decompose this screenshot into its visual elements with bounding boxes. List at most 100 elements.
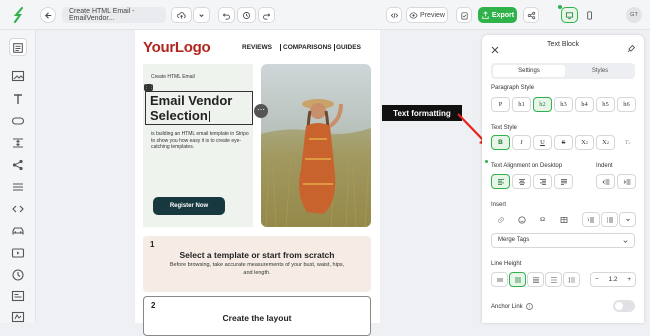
tab-styles[interactable]: Styles <box>567 65 633 77</box>
italic-button[interactable]: I <box>512 135 531 150</box>
menu-block-icon[interactable] <box>11 289 25 303</box>
test-email-button[interactable] <box>456 7 472 23</box>
video-block-icon[interactable] <box>11 246 25 260</box>
align-left-button[interactable] <box>491 174 510 189</box>
html-block-icon[interactable] <box>11 202 25 216</box>
paragraph-style-h5[interactable]: h5 <box>596 97 615 112</box>
undo-icon <box>222 12 230 20</box>
redo-button[interactable] <box>258 7 275 23</box>
back-button[interactable] <box>40 7 56 23</box>
step-title: Create the layout <box>222 313 292 323</box>
outdent-icon <box>601 179 609 184</box>
plus-icon[interactable]: + <box>627 276 631 283</box>
paragraph-style-h6[interactable]: h6 <box>617 97 636 112</box>
insert-label: Insert <box>491 202 507 208</box>
line-height-stepper[interactable]: − 1.2 + <box>590 272 636 287</box>
spacer-block-icon[interactable] <box>11 136 25 150</box>
insert-link-button[interactable] <box>491 212 510 227</box>
step-2-card[interactable]: 2 Create the layout <box>143 296 371 336</box>
export-label: Export <box>491 11 515 19</box>
merge-tags-select[interactable]: Merge Tags <box>491 233 635 248</box>
text-style-label: Text Style <box>491 125 518 131</box>
indent-decrease-button[interactable] <box>596 174 615 189</box>
ordered-list-button[interactable] <box>582 212 600 227</box>
info-icon[interactable]: i <box>526 303 534 310</box>
preview-button[interactable]: Preview <box>406 7 448 23</box>
hero-image[interactable] <box>261 64 371 227</box>
export-button[interactable]: Export <box>478 7 517 23</box>
preview-label: Preview <box>420 11 445 19</box>
email-canvas: YourLogo REVIEWS COMPARISONS GUIDES Crea… <box>135 30 380 336</box>
line-height-option-4[interactable] <box>545 272 562 287</box>
hero-title-line-1: Email Vendor <box>150 93 233 108</box>
more-options-button[interactable]: ⋯ <box>254 104 268 118</box>
align-justify-button[interactable] <box>554 174 573 189</box>
desktop-view-button[interactable] <box>561 7 578 23</box>
line-height-value[interactable]: 1.2 <box>608 276 617 283</box>
bold-button[interactable]: B <box>491 135 510 150</box>
minus-icon[interactable]: − <box>595 276 599 283</box>
paragraph-style-h3[interactable]: h3 <box>554 97 573 112</box>
paragraph-style-h4[interactable]: h4 <box>575 97 594 112</box>
step-1-card[interactable]: 1 Select a template or start from scratc… <box>143 236 371 292</box>
save-cloud-button[interactable] <box>171 7 192 23</box>
pin-icon[interactable] <box>627 40 636 53</box>
settings-panel: Text Block Settings Styles Paragraph Sty… <box>482 35 644 323</box>
hero-title[interactable]: Email Vendor Selection <box>150 93 248 123</box>
left-sidebar <box>0 30 36 323</box>
line-height-normal-icon <box>514 277 521 282</box>
align-right-button[interactable] <box>533 174 552 189</box>
email-title-field[interactable]: Create HTML Email - EmailVendor... <box>62 7 166 23</box>
anchor-link-toggle[interactable] <box>613 300 635 312</box>
code-icon <box>390 12 398 18</box>
car-block-icon[interactable] <box>11 224 25 238</box>
hero-small-label: Create HTML Email <box>151 74 195 80</box>
hero-text-block[interactable]: Create HTML Email Email Vendor Selection … <box>143 64 253 227</box>
share-icon <box>527 11 535 19</box>
paragraph-style-h1[interactable]: h1 <box>512 97 531 112</box>
hero-description: is building an HTML email template in St… <box>151 131 249 150</box>
paragraph-style-p[interactable]: P <box>491 97 510 112</box>
nav-link-guides[interactable]: GUIDES <box>336 44 361 51</box>
share-button[interactable] <box>523 7 539 23</box>
paragraph-style-h2[interactable]: h2 <box>533 97 552 112</box>
indent-increase-button[interactable] <box>617 174 636 189</box>
text-block-icon[interactable] <box>11 92 25 106</box>
save-menu-button[interactable] <box>193 7 210 23</box>
line-height-wide-icon <box>550 276 557 283</box>
align-center-button[interactable] <box>512 174 531 189</box>
line-height-option-1[interactable] <box>491 272 508 287</box>
social-block-icon[interactable] <box>11 158 25 172</box>
nav-link-comparisons[interactable]: COMPARISONS <box>280 44 335 51</box>
mobile-view-button[interactable] <box>582 7 597 23</box>
amp-block-icon[interactable] <box>11 310 25 324</box>
image-block-icon[interactable] <box>11 69 25 83</box>
app-logo-icon[interactable] <box>12 7 26 23</box>
line-height-custom-button[interactable] <box>563 272 580 287</box>
register-now-button[interactable]: Register Now <box>153 197 225 215</box>
insert-emoji-button[interactable] <box>512 212 531 227</box>
underline-button[interactable]: U <box>533 135 552 150</box>
subscript-button[interactable]: X2 <box>575 135 594 150</box>
nav-link-reviews[interactable]: REVIEWS <box>242 44 272 51</box>
user-avatar[interactable]: GT <box>626 7 642 23</box>
structures-icon[interactable] <box>9 38 27 56</box>
strikethrough-button[interactable]: S <box>554 135 573 150</box>
hero-title-editor[interactable]: Email Vendor Selection <box>145 91 253 125</box>
code-editor-button[interactable] <box>386 7 402 23</box>
insert-table-button[interactable] <box>554 212 573 227</box>
drag-handle-icon[interactable]: ⋮⋮ <box>144 84 154 91</box>
banner-block-icon[interactable] <box>11 180 25 194</box>
insert-special-char-button[interactable]: Ω <box>533 212 552 227</box>
button-block-icon[interactable] <box>11 114 25 128</box>
line-height-option-2[interactable] <box>509 272 526 287</box>
undo-button[interactable] <box>218 7 235 23</box>
tab-settings[interactable]: Settings <box>493 65 565 77</box>
history-button[interactable] <box>237 7 256 23</box>
list-menu-button[interactable] <box>619 212 636 227</box>
clear-format-button[interactable]: Tx <box>619 135 636 150</box>
line-height-option-3[interactable] <box>527 272 544 287</box>
superscript-button[interactable]: X2 <box>596 135 615 150</box>
bullet-list-button[interactable] <box>601 212 618 227</box>
timer-block-icon[interactable] <box>11 268 25 282</box>
